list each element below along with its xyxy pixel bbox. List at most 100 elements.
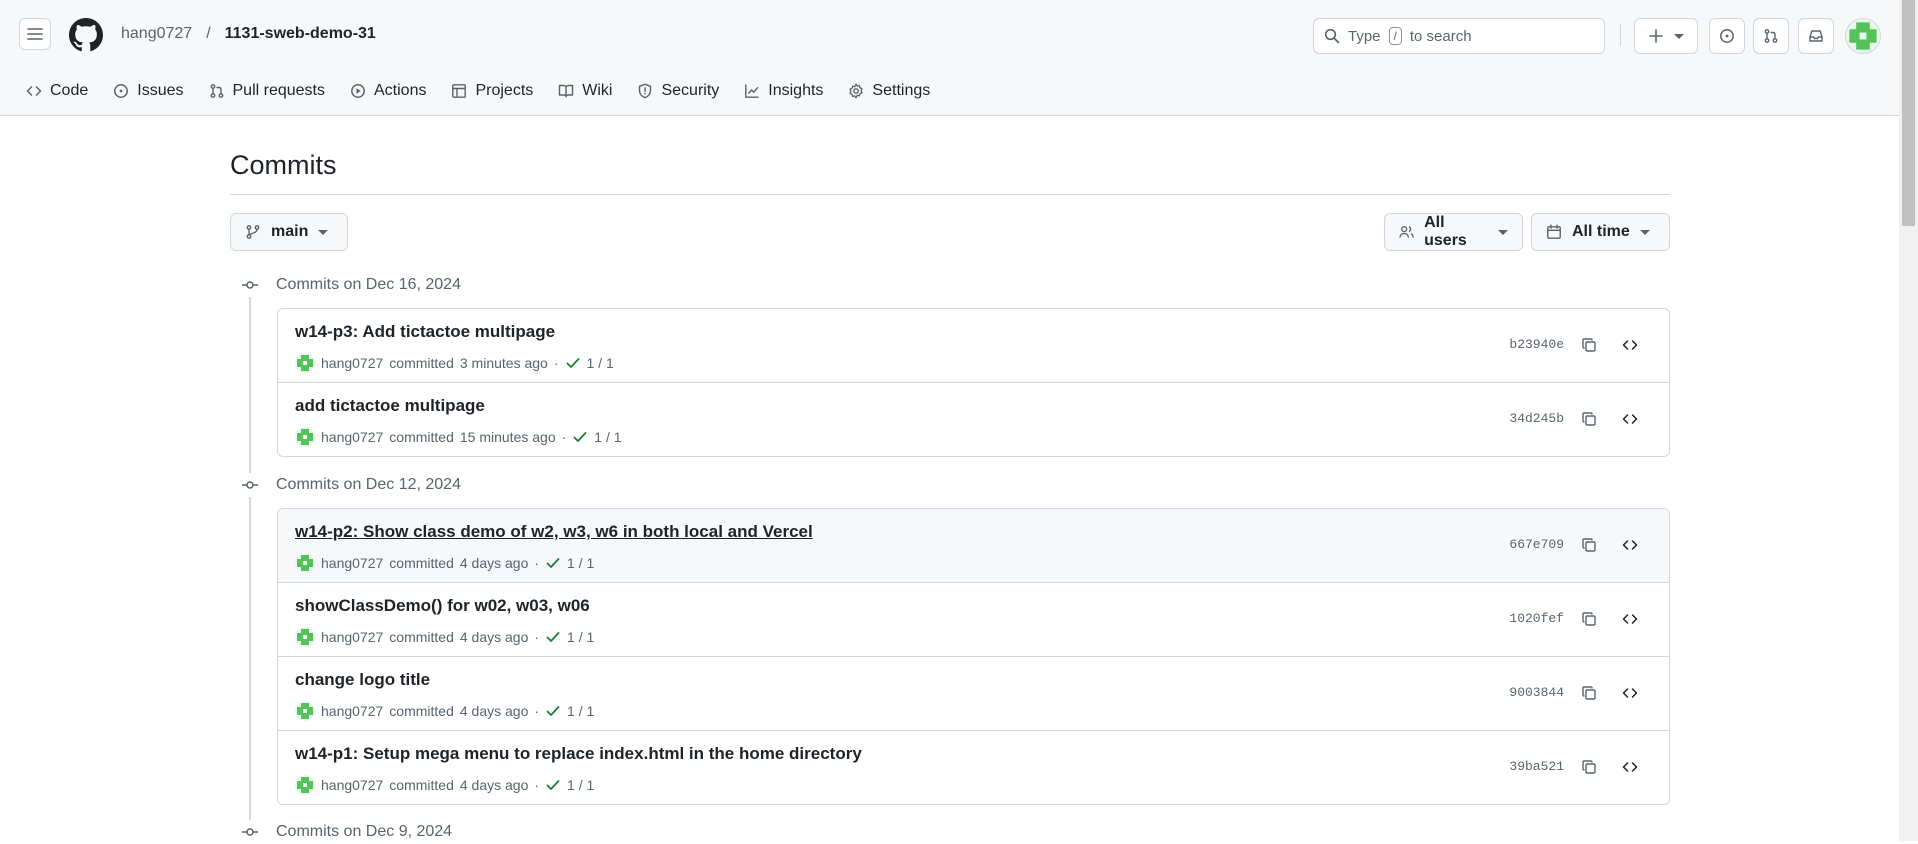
title-divider (230, 194, 1670, 195)
meta-dot: · (534, 703, 540, 719)
check-icon[interactable] (545, 777, 561, 793)
tab-insights[interactable]: Insights (744, 78, 823, 104)
commit-sha[interactable]: 34d245b (1509, 411, 1564, 426)
checks-count[interactable]: 1 / 1 (567, 703, 594, 719)
time-filter-button[interactable]: All time (1531, 213, 1670, 251)
browse-files-button[interactable] (1616, 331, 1644, 359)
checks-count[interactable]: 1 / 1 (587, 355, 614, 371)
issues-button[interactable] (1709, 18, 1745, 54)
tab-issues[interactable]: Issues (113, 78, 184, 104)
hamburger-icon (27, 28, 43, 40)
tab-wiki[interactable]: Wiki (558, 78, 612, 104)
check-icon[interactable] (545, 703, 561, 719)
copy-sha-button[interactable] (1575, 405, 1603, 433)
check-icon[interactable] (572, 429, 588, 445)
commit-group-heading: Commits on Dec 9, 2024 (238, 820, 452, 844)
commit-message-link[interactable]: showClassDemo() for w02, w03, w06 (295, 596, 590, 616)
commit-list: w14-p2: Show class demo of w2, w3, w6 in… (277, 508, 1670, 805)
user-avatar[interactable] (1845, 18, 1881, 54)
time-filter-label: All time (1572, 223, 1630, 240)
commit-message-link[interactable]: w14-p3: Add tictactoe multipage (295, 322, 555, 342)
author-name[interactable]: hang0727 (321, 703, 383, 719)
search-input[interactable]: Type / to search (1313, 18, 1605, 54)
author-name[interactable]: hang0727 (321, 777, 383, 793)
commit-message-link[interactable]: add tictactoe multipage (295, 396, 485, 416)
commit-time: 4 days ago (459, 703, 529, 719)
commit-sha[interactable]: 39ba521 (1509, 759, 1564, 774)
commit-sha[interactable]: 9003844 (1509, 685, 1564, 700)
check-icon[interactable] (545, 629, 561, 645)
author-avatar[interactable] (295, 353, 315, 373)
check-icon[interactable] (565, 355, 581, 371)
branch-select-button[interactable]: main (230, 213, 348, 251)
commit-row: w14-p2: Show class demo of w2, w3, w6 in… (278, 509, 1669, 582)
author-name[interactable]: hang0727 (321, 555, 383, 571)
page-title: Commits (230, 150, 337, 180)
commit-sha[interactable]: 667e709 (1509, 537, 1564, 552)
page-scrollbar[interactable] (1899, 0, 1918, 841)
identicon-icon (297, 429, 313, 445)
checks-count[interactable]: 1 / 1 (567, 629, 594, 645)
copy-sha-button[interactable] (1575, 605, 1603, 633)
copy-sha-button[interactable] (1575, 753, 1603, 781)
identicon-icon (297, 355, 313, 371)
copy-icon (1582, 612, 1596, 626)
breadcrumb-repo-link[interactable]: 1131-sweb-demo-31 (225, 25, 376, 43)
github-logo-icon[interactable] (69, 18, 103, 52)
commit-node-icon (238, 273, 262, 297)
check-icon[interactable] (545, 555, 561, 571)
author-avatar[interactable] (295, 775, 315, 795)
users-filter-button[interactable]: All users (1384, 213, 1523, 251)
browse-files-button[interactable] (1616, 679, 1644, 707)
issue-icon (1720, 29, 1734, 43)
breadcrumb-owner-link[interactable]: hang0727 (121, 25, 192, 43)
tab-projects[interactable]: Projects (451, 78, 533, 104)
tab-security[interactable]: Security (637, 78, 719, 104)
gear-icon (849, 83, 864, 99)
commit-row: w14-p3: Add tictactoe multipage hang0727… (278, 309, 1669, 382)
tab-actions[interactable]: Actions (350, 78, 426, 104)
search-placeholder-suffix: to search (1409, 27, 1472, 45)
copy-sha-button[interactable] (1575, 531, 1603, 559)
tab-code[interactable]: Code (26, 78, 88, 104)
code-icon (1622, 340, 1638, 350)
checks-count[interactable]: 1 / 1 (567, 555, 594, 571)
app-header: hang0727 / 1131-sweb-demo-31 Type / to s… (0, 0, 1899, 116)
browse-files-button[interactable] (1616, 531, 1644, 559)
inbox-button[interactable] (1798, 18, 1834, 54)
commit-sha[interactable]: 1020fef (1509, 611, 1564, 626)
commit-action: committed (389, 777, 454, 793)
create-new-button[interactable] (1634, 18, 1698, 54)
commit-message-link[interactable]: w14-p1: Setup mega menu to replace index… (295, 744, 862, 764)
menu-button[interactable] (19, 18, 51, 50)
commit-message-link[interactable]: change logo title (295, 670, 430, 690)
author-avatar[interactable] (295, 553, 315, 573)
checks-count[interactable]: 1 / 1 (567, 777, 594, 793)
author-avatar[interactable] (295, 427, 315, 447)
pull-requests-button[interactable] (1753, 18, 1789, 54)
copy-sha-button[interactable] (1575, 679, 1603, 707)
breadcrumb-separator: / (206, 25, 211, 42)
author-name[interactable]: hang0727 (321, 355, 383, 371)
commit-message-link[interactable]: w14-p2: Show class demo of w2, w3, w6 in… (295, 522, 813, 542)
tab-pull-requests[interactable]: Pull requests (209, 78, 325, 104)
copy-sha-button[interactable] (1575, 331, 1603, 359)
tab-settings[interactable]: Settings (848, 78, 930, 104)
chevron-down-icon (1498, 229, 1508, 235)
browse-files-button[interactable] (1616, 605, 1644, 633)
commit-group-heading: Commits on Dec 12, 2024 (238, 473, 461, 497)
author-avatar[interactable] (295, 627, 315, 647)
author-name[interactable]: hang0727 (321, 429, 383, 445)
checks-count[interactable]: 1 / 1 (594, 429, 621, 445)
meta-dot: · (553, 355, 559, 371)
search-placeholder-prefix: Type (1348, 27, 1381, 45)
commit-group-date: Commits on Dec 12, 2024 (276, 476, 461, 493)
browse-files-button[interactable] (1616, 753, 1644, 781)
author-avatar[interactable] (295, 701, 315, 721)
copy-icon (1582, 538, 1596, 552)
scrollbar-thumb[interactable] (1902, 0, 1915, 226)
commit-action: committed (389, 429, 454, 445)
author-name[interactable]: hang0727 (321, 629, 383, 645)
commit-sha[interactable]: b23940e (1509, 337, 1564, 352)
browse-files-button[interactable] (1616, 405, 1644, 433)
